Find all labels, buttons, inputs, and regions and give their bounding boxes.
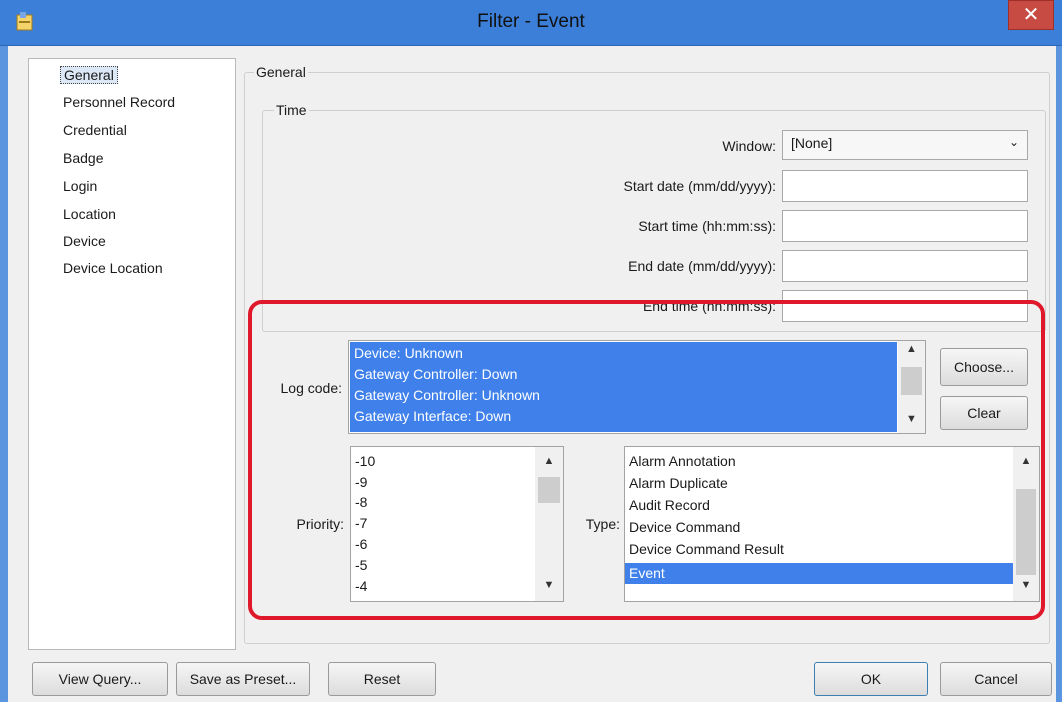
window-title: Filter - Event [477,11,585,32]
start-time-label: Start time (hh:mm:ss): [638,218,776,234]
time-group-label: Time [274,102,309,118]
window-label: Window: [722,138,776,154]
nav-item-badge[interactable]: Badge [63,150,103,166]
start-date-label: Start date (mm/dd/yyyy): [623,178,776,194]
save-as-preset-button[interactable]: Save as Preset... [176,662,310,696]
start-time-field[interactable] [782,210,1028,242]
window-select[interactable]: [None] ⌄ [782,130,1028,160]
nav-item-general[interactable]: General [60,66,118,84]
nav-item-location[interactable]: Location [63,206,116,222]
close-icon[interactable]: ✕ [1008,0,1054,30]
reset-button[interactable]: Reset [328,662,436,696]
cancel-button[interactable]: Cancel [940,662,1052,696]
category-list[interactable] [28,58,236,650]
end-date-field[interactable] [782,250,1028,282]
nav-item-credential[interactable]: Credential [63,122,127,138]
start-date-field[interactable] [782,170,1028,202]
nav-item-device-location[interactable]: Device Location [63,260,163,276]
general-group-label: General [254,64,308,80]
nav-item-login[interactable]: Login [63,178,97,194]
nav-item-device[interactable]: Device [63,233,106,249]
window-select-value: [None] [791,135,833,151]
highlight-outline [248,300,1045,620]
ok-button[interactable]: OK [814,662,928,696]
chevron-down-icon: ⌄ [1008,135,1019,149]
view-query-button[interactable]: View Query... [32,662,168,696]
nav-item-personnel-record[interactable]: Personnel Record [63,94,175,110]
end-date-label: End date (mm/dd/yyyy): [628,258,776,274]
